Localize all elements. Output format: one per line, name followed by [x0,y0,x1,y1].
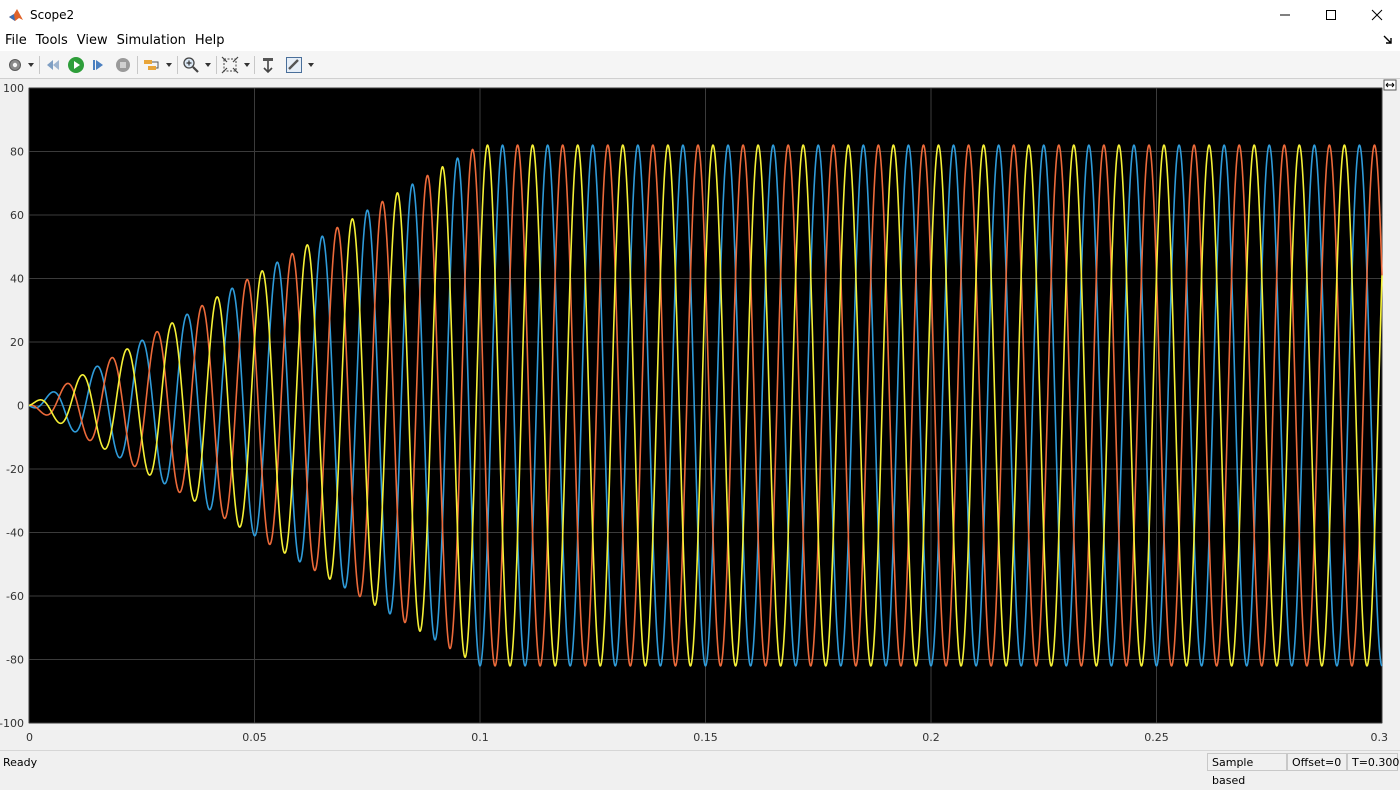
status-text: Ready [3,756,37,769]
expand-axes-icon[interactable] [1384,80,1396,90]
menu-tools[interactable]: Tools [31,30,72,51]
dropdown-arrow-icon [308,63,314,67]
time-indicator: T=0.300 [1347,753,1398,771]
x-tick-label: 0.05 [242,731,267,744]
stop-icon [115,57,131,73]
y-tick-label: -60 [6,590,24,603]
step-back-icon [44,57,62,73]
window-controls [1262,0,1400,30]
autoscale-button[interactable] [220,55,240,75]
undock-icon[interactable] [1382,34,1394,46]
menu-view[interactable]: View [72,30,112,51]
x-tick-label: 0 [26,731,33,744]
measurements-dropdown[interactable] [307,55,315,75]
y-tick-label: 100 [3,82,24,95]
title-bar: Scope2 [0,0,1400,30]
scope-display: 100806040200-20-40-60-80-10000.050.10.15… [0,79,1400,750]
run-icon [67,56,85,74]
dropdown-arrow-icon [166,63,172,67]
step-forward-icon [90,57,108,73]
menu-simulation[interactable]: Simulation [112,30,190,51]
highlight-block-button[interactable] [141,55,163,75]
y-tick-label: -20 [6,463,24,476]
y-tick-label: -80 [6,654,24,667]
autoscale-icon [221,56,239,74]
scope-plot[interactable]: 100806040200-20-40-60-80-10000.050.10.15… [0,79,1400,750]
dropdown-arrow-icon [244,63,250,67]
settings-button[interactable] [5,55,25,75]
zoom-dropdown[interactable] [204,55,212,75]
lock-axes-button[interactable] [258,55,278,75]
offset-indicator: Offset=0 [1287,753,1347,771]
close-icon [1371,9,1383,21]
y-tick-label: 0 [17,400,24,413]
x-tick-label: 0.1 [471,731,489,744]
menu-file[interactable]: File [0,30,31,51]
y-tick-label: 80 [10,146,24,159]
toolbar-separator [177,56,178,74]
zoom-in-icon [182,56,200,74]
x-tick-label: 0.25 [1144,731,1169,744]
menu-help[interactable]: Help [190,30,229,51]
minimize-button[interactable] [1262,0,1308,30]
maximize-button[interactable] [1308,0,1354,30]
status-bar: Ready Sample based Offset=0 T=0.300 [0,750,1400,775]
run-button[interactable] [66,55,86,75]
x-tick-label: 0.3 [1371,731,1389,744]
toolbar-separator [137,56,138,74]
highlight-dropdown[interactable] [165,55,173,75]
toolbar-separator [216,56,217,74]
dropdown-arrow-icon [205,63,211,67]
close-button[interactable] [1354,0,1400,30]
toolbar-separator [254,56,255,74]
y-tick-label: -100 [0,717,24,730]
step-forward-button[interactable] [89,55,109,75]
highlight-simulink-block-icon [142,57,162,73]
measurements-button[interactable] [284,55,304,75]
x-tick-label: 0.15 [693,731,718,744]
zoom-button[interactable] [181,55,201,75]
step-back-button[interactable] [43,55,63,75]
matlab-logo-icon [8,7,24,23]
minimize-icon [1279,9,1291,21]
toolbar [0,51,1400,79]
sample-mode-indicator: Sample based [1207,753,1287,771]
measurements-icon [285,56,303,74]
maximize-icon [1325,9,1337,21]
window-title: Scope2 [30,8,74,22]
settings-gear-icon [7,57,23,73]
y-tick-label: 20 [10,336,24,349]
settings-dropdown[interactable] [27,55,35,75]
y-tick-label: 60 [10,209,24,222]
menu-bar: File Tools View Simulation Help [0,30,1400,51]
dropdown-arrow-icon [28,63,34,67]
y-tick-label: 40 [10,273,24,286]
toolbar-separator [39,56,40,74]
y-tick-label: -40 [6,527,24,540]
autoscale-dropdown[interactable] [243,55,251,75]
lock-axes-icon [259,56,277,74]
stop-button[interactable] [113,55,133,75]
x-tick-label: 0.2 [922,731,940,744]
